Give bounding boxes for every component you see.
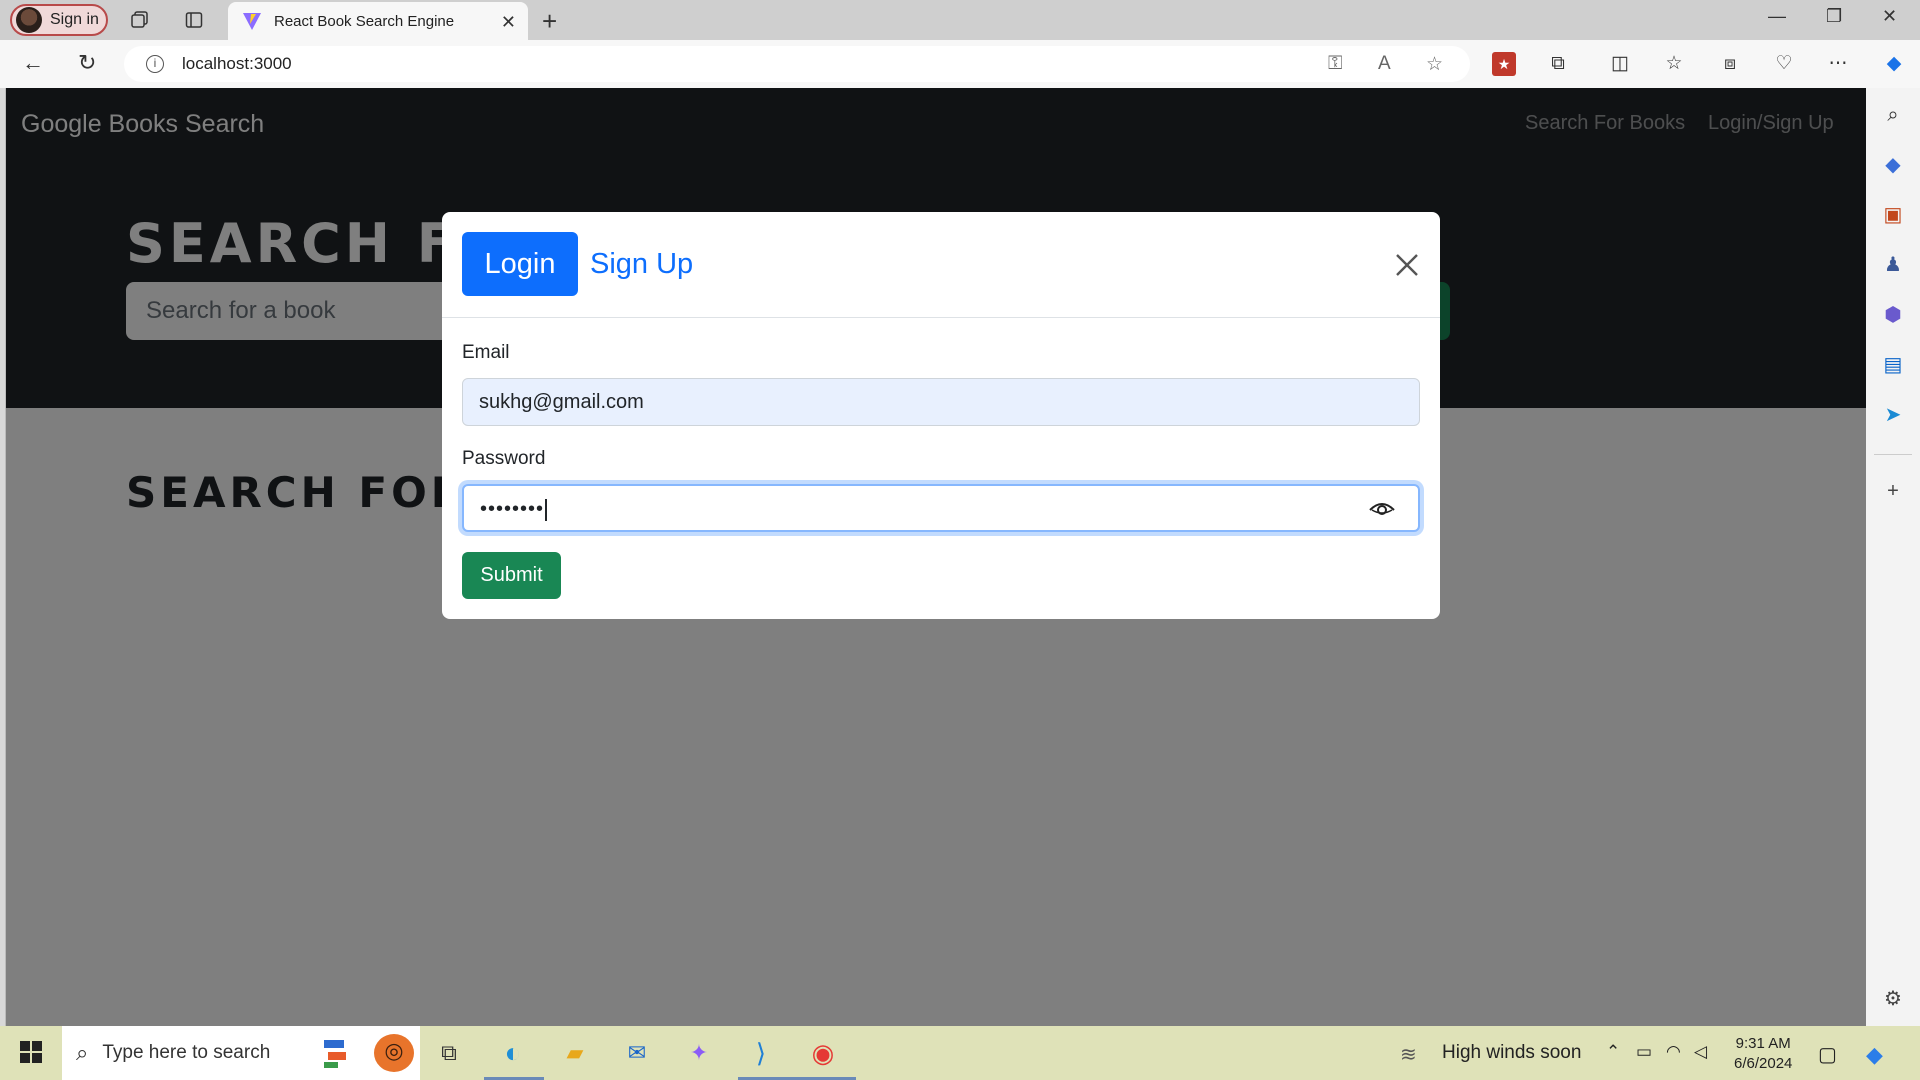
outlook-icon[interactable]: ▤ (1882, 354, 1904, 376)
profile-label: Sign in (50, 11, 99, 28)
edge-taskbar-icon[interactable]: ◐ (496, 1036, 530, 1070)
notifications-icon[interactable]: ▢ (1818, 1042, 1837, 1067)
split-screen-icon[interactable]: ◫ (1608, 52, 1632, 76)
tab-title: React Book Search Engine (274, 12, 455, 30)
wifi-icon[interactable]: ◠ (1666, 1042, 1681, 1062)
mail-icon[interactable]: ✉ (620, 1036, 654, 1070)
chrome-icon[interactable]: ◉ (806, 1036, 840, 1070)
tab-login[interactable]: Login (462, 232, 578, 296)
profile-button[interactable]: Sign in (10, 4, 108, 36)
taskbar-search-box[interactable]: ⌕ Type here to search (62, 1026, 420, 1080)
clock-date: 6/6/2024 (1734, 1055, 1793, 1072)
active-tab[interactable]: React Book Search Engine ✕ (228, 2, 528, 40)
sidebar-divider (1874, 454, 1912, 455)
browser-tab-bar: Sign in React Book Search Engine ✕ + — ❐… (0, 0, 1920, 40)
settings-gear-icon[interactable]: ⚙ (1882, 988, 1904, 1010)
text-caret (545, 498, 548, 521)
email-field[interactable]: sukhg@gmail.com (462, 378, 1420, 426)
show-password-eye-icon[interactable] (1368, 496, 1396, 520)
edge-sidebar: ⌕ ◆ ▣ ♟ ⬢ ▤ ➤ + ⚙ (1866, 88, 1920, 1026)
weather-wind-icon: ≋ (1400, 1044, 1417, 1066)
copilot-taskbar-icon[interactable]: ✦ (682, 1036, 716, 1070)
workspaces-icon[interactable] (128, 8, 152, 32)
tab-signup[interactable]: Sign Up (590, 232, 693, 296)
profile-avatar (16, 7, 42, 33)
password-value: •••••••• (480, 498, 545, 520)
password-key-icon[interactable]: ⚿ (1328, 53, 1342, 75)
search-icon[interactable]: ⌕ (1882, 104, 1904, 126)
copilot-tray-icon[interactable]: ◆ (1866, 1042, 1883, 1068)
address-bar[interactable]: i localhost:3000 ⚿ A ☆ (124, 46, 1470, 82)
copilot-icon[interactable]: ◆ (1882, 52, 1906, 76)
url-text: localhost:3000 (182, 54, 292, 73)
read-aloud-icon[interactable]: A (1378, 53, 1391, 75)
extensions-puzzle-icon[interactable]: ⧉ (1546, 52, 1570, 76)
tools-icon[interactable]: ▣ (1882, 204, 1904, 226)
address-toolbar: ← ↻ i localhost:3000 ⚿ A ☆ ★ ⧉ ◫ ☆ ⧈ ♡ ⋯… (0, 40, 1920, 88)
taskbar-search-icon: ⌕ (76, 1040, 89, 1065)
extension-icon[interactable]: ★ (1492, 52, 1516, 76)
restore-icon[interactable]: ❐ (1826, 6, 1842, 27)
page-viewport: Google Books Search Search For Books Log… (5, 88, 1866, 1026)
file-explorer-icon[interactable]: ▰ (558, 1036, 592, 1070)
battery-icon[interactable]: ▭ (1636, 1042, 1652, 1062)
window-close-icon[interactable]: ✕ (1882, 6, 1897, 27)
taskbar-clock[interactable]: 9:31 AM 6/6/2024 (1734, 1034, 1792, 1074)
modal-header: Login Sign Up (442, 212, 1440, 318)
login-modal: Login Sign Up Email sukhg@gmail.com Pass… (442, 212, 1440, 619)
vite-favicon-icon (243, 13, 261, 30)
send-icon[interactable]: ➤ (1882, 404, 1904, 426)
taskbar-search-placeholder: Type here to search (102, 1042, 271, 1063)
show-hidden-icons[interactable]: ⌃ (1606, 1042, 1620, 1062)
favorite-star-icon[interactable]: ☆ (1426, 53, 1443, 76)
browser-essentials-icon[interactable]: ♡ (1772, 52, 1796, 76)
minimize-icon[interactable]: — (1768, 6, 1786, 27)
email-label: Email (462, 342, 510, 363)
basketball-icon[interactable]: ◎ (374, 1034, 414, 1072)
password-label: Password (462, 448, 546, 469)
more-options-icon[interactable]: ⋯ (1826, 52, 1850, 76)
windows-start-icon[interactable] (20, 1041, 42, 1063)
add-icon[interactable]: + (1882, 480, 1904, 502)
submit-button[interactable]: Submit (462, 552, 561, 599)
new-tab-icon[interactable]: + (542, 6, 557, 37)
close-tab-icon[interactable]: ✕ (501, 12, 516, 33)
back-icon[interactable]: ← (22, 50, 44, 76)
shopping-tag-icon[interactable]: ◆ (1882, 154, 1904, 176)
microsoft-365-icon[interactable]: ⬢ (1882, 304, 1904, 326)
vertical-tabs-icon[interactable] (182, 8, 206, 32)
favorites-icon[interactable]: ☆ (1662, 52, 1686, 76)
windows-taskbar: ⌕ Type here to search ◎ ⧉ ◐ ▰ ✉ ✦ ⟩ ◉ ≋ … (0, 1026, 1920, 1080)
password-field[interactable]: •••••••• (462, 484, 1420, 532)
search-highlights-icon[interactable] (322, 1034, 362, 1072)
clock-time: 9:31 AM (1735, 1035, 1791, 1052)
volume-icon[interactable]: ◁ (1694, 1042, 1707, 1062)
task-view-icon[interactable]: ⧉ (432, 1036, 466, 1070)
vscode-icon[interactable]: ⟩ (744, 1036, 778, 1070)
close-icon[interactable] (1394, 252, 1420, 278)
refresh-icon[interactable]: ↻ (78, 50, 96, 76)
collections-icon[interactable]: ⧈ (1718, 52, 1742, 76)
site-info-icon[interactable]: i (146, 55, 164, 73)
games-icon[interactable]: ♟ (1882, 254, 1904, 276)
weather-text[interactable]: High winds soon (1442, 1042, 1581, 1064)
